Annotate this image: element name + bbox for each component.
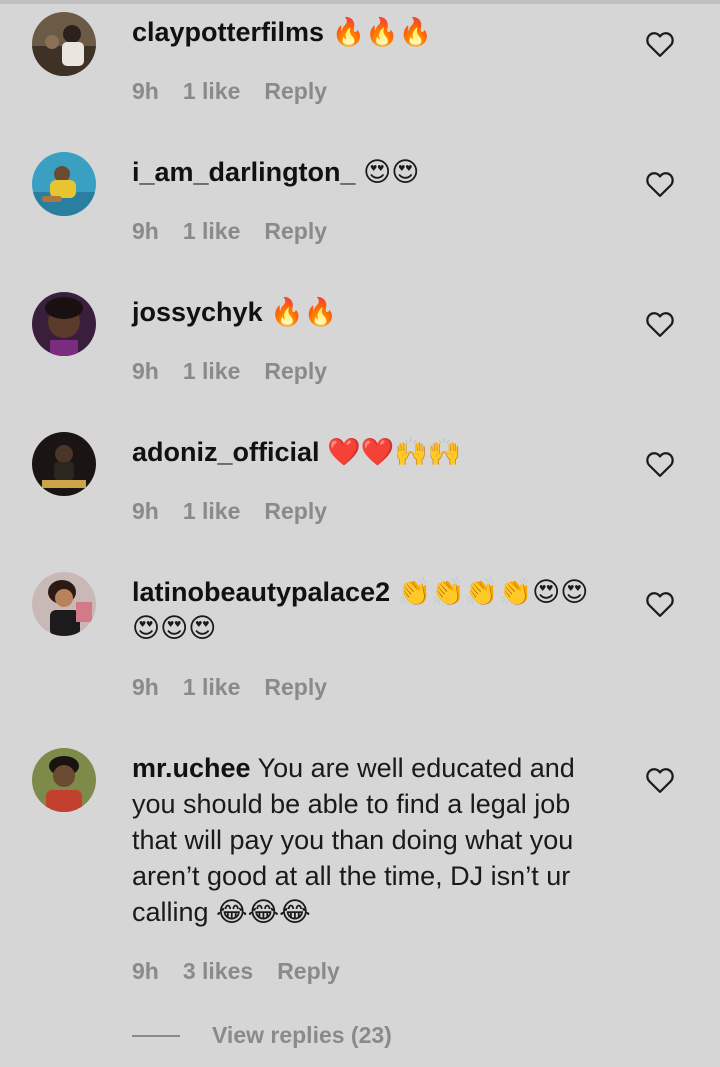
avatar[interactable] <box>32 292 96 356</box>
comment-body: jossychyk 🔥🔥 <box>132 294 612 330</box>
comment-likes[interactable]: 1 like <box>183 498 241 525</box>
comment-username[interactable]: mr.uchee <box>132 753 251 783</box>
heart-icon[interactable] <box>645 30 675 58</box>
comment-likes[interactable]: 1 like <box>183 78 241 105</box>
comment-meta: 9h 1 like Reply <box>132 674 327 701</box>
reply-button[interactable]: Reply <box>264 358 327 385</box>
comment-text: 🔥🔥🔥 <box>324 17 433 47</box>
avatar[interactable] <box>32 152 96 216</box>
view-replies-divider <box>132 1034 180 1037</box>
reply-button[interactable]: Reply <box>264 218 327 245</box>
comment-username[interactable]: adoniz_official <box>132 437 320 467</box>
comment-username[interactable]: i_am_darlington_ <box>132 157 356 187</box>
comment-likes[interactable]: 1 like <box>183 218 241 245</box>
comment-body: claypotterfilms 🔥🔥🔥 <box>132 14 612 50</box>
comment-meta: 9h 1 like Reply <box>132 78 327 105</box>
reply-button[interactable]: Reply <box>264 498 327 525</box>
view-replies-label[interactable]: View replies (23) <box>212 1022 392 1049</box>
comment-username[interactable]: claypotterfilms <box>132 17 324 47</box>
avatar[interactable] <box>32 12 96 76</box>
comment-time: 9h <box>132 498 159 524</box>
comment-time: 9h <box>132 674 159 700</box>
comment-time: 9h <box>132 358 159 384</box>
avatar[interactable] <box>32 748 96 812</box>
reply-button[interactable]: Reply <box>264 78 327 105</box>
view-replies-button[interactable]: View replies (23) <box>132 1022 392 1049</box>
heart-icon[interactable] <box>645 590 675 618</box>
reply-button[interactable]: Reply <box>277 958 340 985</box>
heart-icon[interactable] <box>645 310 675 338</box>
comment-meta: 9h 1 like Reply <box>132 358 327 385</box>
comment-text: ❤️❤️🙌🙌 <box>319 437 462 467</box>
comment-body: latinobeautypalace2 👏👏👏👏😍😍😍😍😍 <box>132 574 612 646</box>
comment-body: i_am_darlington_ 😍😍 <box>132 154 612 190</box>
heart-icon[interactable] <box>645 766 675 794</box>
avatar[interactable] <box>32 572 96 636</box>
heart-icon[interactable] <box>645 170 675 198</box>
comment-likes[interactable]: 3 likes <box>183 958 253 985</box>
comment-meta: 9h 1 like Reply <box>132 218 327 245</box>
heart-icon[interactable] <box>645 450 675 478</box>
comment-body: adoniz_official ❤️❤️🙌🙌 <box>132 434 612 470</box>
comment-body: mr.uchee You are well educated and you s… <box>132 750 612 930</box>
comment-time: 9h <box>132 958 159 984</box>
reply-button[interactable]: Reply <box>264 674 327 701</box>
comment-text: 🔥🔥 <box>262 297 338 327</box>
comment-time: 9h <box>132 218 159 244</box>
comment-meta: 9h 3 likes Reply <box>132 958 340 985</box>
comment-likes[interactable]: 1 like <box>183 674 241 701</box>
comment-username[interactable]: jossychyk <box>132 297 263 327</box>
comment-username[interactable]: latinobeautypalace2 <box>132 577 390 607</box>
comment-text: 😍😍 <box>355 157 420 187</box>
comment-time: 9h <box>132 78 159 104</box>
top-divider <box>0 0 720 4</box>
comment-meta: 9h 1 like Reply <box>132 498 327 525</box>
avatar[interactable] <box>32 432 96 496</box>
comment-likes[interactable]: 1 like <box>183 358 241 385</box>
